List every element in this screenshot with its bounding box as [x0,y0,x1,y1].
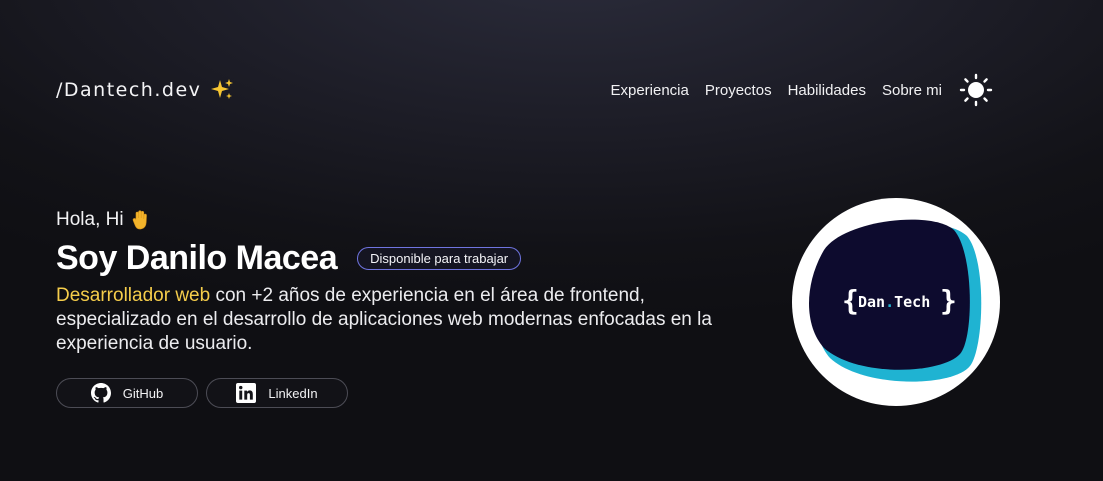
hero-section: Hola, Hi Soy Danilo Macea Disponible par… [56,206,776,408]
avatar: { } Dan.Tech [792,198,1000,406]
nav-proyectos[interactable]: Proyectos [705,82,772,99]
raised-hand-icon [130,209,152,231]
linkedin-label: LinkedIn [268,385,318,401]
site-header: /Dantech.dev Experiencia Proyectos Habil… [56,72,994,108]
github-label: GitHub [122,385,164,401]
main-nav: Experiencia Proyectos Habilidades Sobre … [610,72,994,108]
github-icon [90,383,111,403]
bio-highlight: Desarrollador web [56,285,211,306]
logo-text: Dan.Tech [858,293,930,311]
svg-text:}: } [940,284,957,317]
nav-habilidades[interactable]: Habilidades [788,82,866,99]
linkedin-button[interactable]: LinkedIn [206,378,348,408]
greeting-text: Hola, Hi [56,209,124,230]
logo-part-tech: Tech [894,293,930,311]
linkedin-icon [236,383,257,403]
greeting: Hola, Hi [56,206,776,234]
dantech-logo: { } Dan.Tech [809,219,982,382]
theme-toggle-button[interactable] [958,72,994,108]
sparkles-icon [210,78,234,102]
nav-experiencia[interactable]: Experiencia [610,82,688,99]
github-button[interactable]: GitHub [56,378,198,408]
name-row: Soy Danilo Macea Disponible para trabaja… [56,236,776,280]
nav-sobre-mi[interactable]: Sobre mi [882,82,942,99]
hero-bio: Desarrollador web con +2 años de experie… [56,284,756,356]
logo-dot: . [885,293,894,311]
svg-text:{: { [842,284,859,317]
sun-icon [959,73,993,107]
availability-badge: Disponible para trabajar [357,246,522,270]
brand-text: /Dantech.dev [56,79,202,101]
logo-part-dan: Dan [858,293,885,311]
social-links: GitHub LinkedIn [56,378,776,408]
brand-logo[interactable]: /Dantech.dev [56,78,234,102]
hero-name: Soy Danilo Macea [56,238,338,277]
